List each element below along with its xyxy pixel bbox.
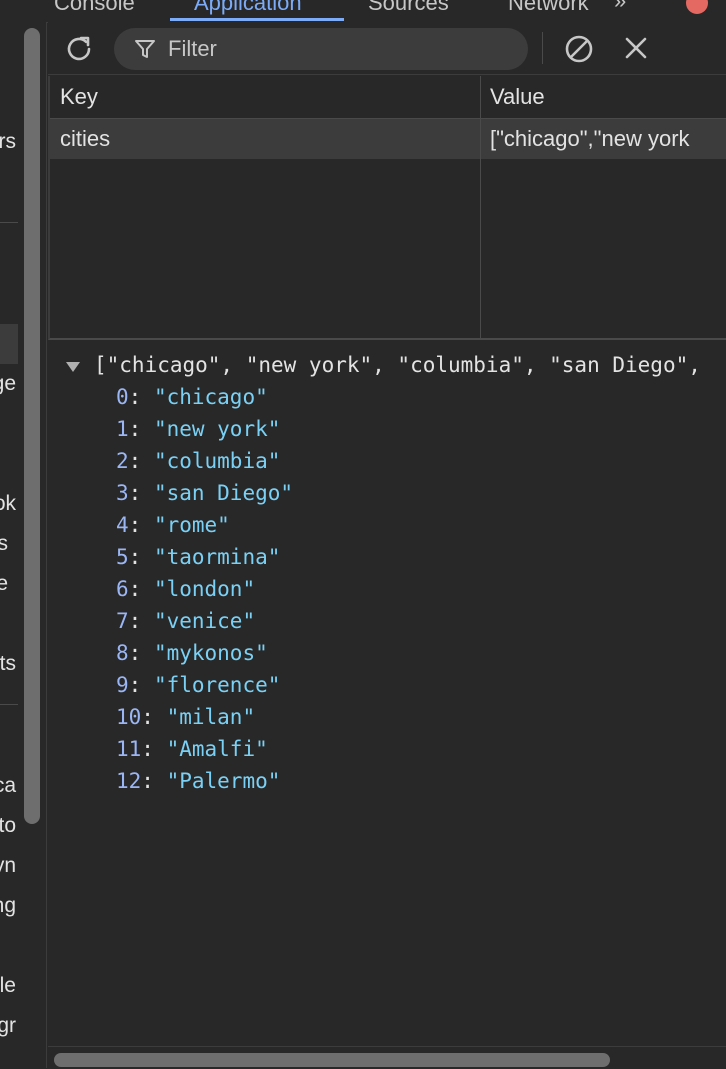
item-index: 0 <box>116 385 129 409</box>
list-item: 7: "venice" <box>116 609 256 633</box>
sidebar-item[interactable]: ge <box>0 372 16 396</box>
filter-funnel-icon <box>135 40 155 58</box>
item-index: 4 <box>116 513 129 537</box>
item-index: 1 <box>116 417 129 441</box>
item-value: "rome" <box>153 513 230 537</box>
value-preview: ["chicago", "new york", "columbia", "san… <box>48 340 726 1045</box>
list-item: 2: "columbia" <box>116 449 281 473</box>
item-index: 7 <box>116 609 129 633</box>
item-value: "florence" <box>153 673 281 697</box>
list-item: 12: "Palermo" <box>116 769 281 793</box>
item-index: 2 <box>116 449 129 473</box>
array-summary[interactable]: ["chicago", "new york", "columbia", "san… <box>94 353 701 377</box>
sidebar-item[interactable]: ca <box>0 774 16 798</box>
sidebar-item[interactable]: le <box>0 974 16 998</box>
filter-box[interactable] <box>114 28 528 70</box>
list-item: 10: "milan" <box>116 705 256 729</box>
item-index: 12 <box>116 769 142 793</box>
toolbar-divider <box>542 32 543 64</box>
list-item: 8: "mykonos" <box>116 641 268 665</box>
sidebar-divider <box>0 222 18 223</box>
application-sidebar: rs ge ok s e ts ca to yn ng le gr <box>0 22 47 1068</box>
sidebar-selected-item[interactable] <box>0 324 18 364</box>
sidebar-item[interactable]: e <box>0 572 8 596</box>
item-index: 3 <box>116 481 129 505</box>
list-item: 3: "san Diego" <box>116 481 294 505</box>
item-value: "Palermo" <box>166 769 281 793</box>
tab-console[interactable]: Console <box>54 0 135 16</box>
list-item: 5: "taormina" <box>116 545 281 569</box>
tab-application[interactable]: Application <box>194 0 302 16</box>
item-value: "chicago" <box>153 385 268 409</box>
sidebar-item[interactable]: to <box>0 814 16 838</box>
list-item: 11: "Amalfi" <box>116 737 268 761</box>
sidebar-item[interactable]: ok <box>0 492 16 516</box>
expand-triangle-icon[interactable] <box>66 362 80 372</box>
tab-sources[interactable]: Sources <box>368 0 449 16</box>
item-value: "venice" <box>153 609 256 633</box>
item-index: 5 <box>116 545 129 569</box>
devtools-tab-strip: Console Application Sources Network » <box>0 0 726 23</box>
sidebar-item[interactable]: ng <box>0 894 16 918</box>
item-value: "milan" <box>166 705 256 729</box>
sidebar-item[interactable]: rs <box>0 130 16 154</box>
item-index: 6 <box>116 577 129 601</box>
item-index: 8 <box>116 641 129 665</box>
active-tab-indicator <box>170 18 344 21</box>
sidebar-item[interactable]: ts <box>0 652 16 676</box>
sidebar-divider <box>0 704 18 705</box>
sidebar-item[interactable]: yn <box>0 854 16 878</box>
column-header-value[interactable]: Value <box>490 84 545 110</box>
filter-input[interactable] <box>168 28 508 70</box>
list-item: 0: "chicago" <box>116 385 268 409</box>
item-value: "san Diego" <box>153 481 294 505</box>
table-header: Key Value <box>50 76 726 119</box>
list-item: 1: "new york" <box>116 417 281 441</box>
item-value: "columbia" <box>153 449 281 473</box>
row-key: cities <box>60 126 111 151</box>
item-value: "taormina" <box>153 545 281 569</box>
block-icon[interactable] <box>562 32 596 66</box>
column-header-key[interactable]: Key <box>60 84 98 110</box>
sidebar-scrollbar[interactable] <box>24 28 40 824</box>
row-value: ["chicago","new york <box>490 126 690 151</box>
more-tabs-icon[interactable]: » <box>614 0 626 14</box>
storage-table: Key Value cities ["chicago","new york <box>48 76 726 340</box>
item-index: 11 <box>116 737 142 761</box>
table-row[interactable]: cities ["chicago","new york <box>50 119 726 159</box>
horizontal-scrollbar-thumb[interactable] <box>54 1053 610 1067</box>
list-item: 9: "florence" <box>116 673 281 697</box>
tab-network[interactable]: Network <box>508 0 589 16</box>
item-value: "new york" <box>153 417 281 441</box>
horizontal-scrollbar[interactable] <box>48 1046 726 1069</box>
list-item: 6: "london" <box>116 577 256 601</box>
sidebar-item[interactable]: s <box>0 532 8 556</box>
item-index: 10 <box>116 705 142 729</box>
item-index: 9 <box>116 673 129 697</box>
item-value: "Amalfi" <box>166 737 268 761</box>
sidebar-item[interactable]: gr <box>0 1014 16 1038</box>
list-item: 4: "rome" <box>116 513 230 537</box>
close-icon[interactable] <box>622 34 650 62</box>
error-count-icon[interactable] <box>686 0 708 14</box>
storage-toolbar <box>48 22 726 75</box>
column-divider[interactable] <box>480 76 481 338</box>
refresh-icon[interactable] <box>62 32 96 66</box>
item-value: "mykonos" <box>153 641 268 665</box>
item-value: "london" <box>153 577 256 601</box>
